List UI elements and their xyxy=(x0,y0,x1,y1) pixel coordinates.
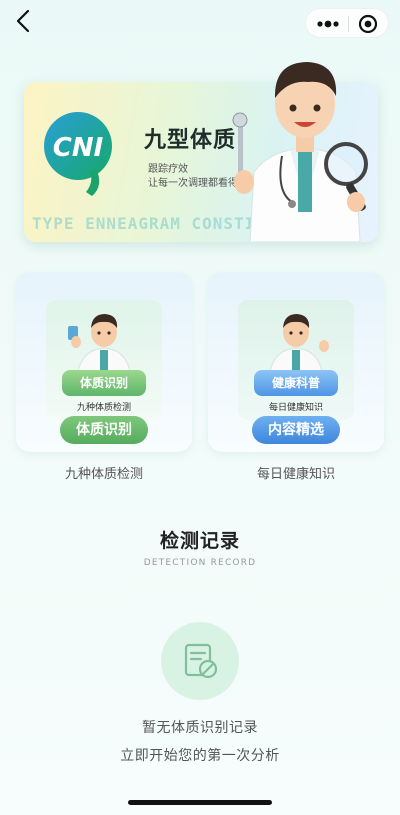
knowledge-pedestal-label: 健康科普 xyxy=(254,370,338,396)
top-nav-bar xyxy=(0,0,400,44)
card-illustration-panel: 健康科普 每日健康知识 xyxy=(238,300,354,420)
empty-state-message: 暂无体质识别记录 xyxy=(142,720,258,736)
empty-state-hint: 立即开始您的第一次分析 xyxy=(120,748,280,764)
cni-logo: CNI xyxy=(44,112,112,196)
banner-title: 九型体质 xyxy=(144,128,237,153)
identify-pedestal-label: 体质识别 xyxy=(62,370,146,396)
health-knowledge-card[interactable]: 健康科普 每日健康知识 内容精选 xyxy=(208,272,384,452)
constitution-identify-button[interactable]: 体质识别 xyxy=(60,416,148,444)
target-icon xyxy=(358,14,378,34)
back-button[interactable] xyxy=(12,8,36,34)
empty-state-badge xyxy=(161,622,239,700)
more-button[interactable] xyxy=(314,16,342,32)
svg-text:CNI: CNI xyxy=(53,133,104,163)
home-indicator xyxy=(128,800,272,805)
document-forbidden-icon xyxy=(184,643,218,679)
content-select-button[interactable]: 内容精选 xyxy=(252,416,340,444)
records-title: 检测记录 xyxy=(159,530,240,552)
close-miniprogram-button[interactable] xyxy=(358,14,378,34)
card-illustration-panel: 体质识别 九种体质检测 xyxy=(46,300,162,420)
capsule-divider xyxy=(348,16,349,32)
identify-caption: 九种体质检测 xyxy=(64,467,143,482)
records-subtitle: DETECTION RECORD xyxy=(143,558,257,568)
chevron-left-icon xyxy=(16,9,30,33)
doctor-illustration xyxy=(232,62,368,242)
knowledge-subcaption: 每日健康知识 xyxy=(268,403,323,413)
doctor-selfie-illustration xyxy=(68,314,131,372)
more-dots-icon xyxy=(317,20,339,28)
banner-subtitle-1: 跟踪疗效 xyxy=(148,164,188,175)
constitution-identify-card[interactable]: 体质识别 九种体质检测 体质识别 xyxy=(16,272,192,452)
knowledge-caption: 每日健康知识 xyxy=(256,467,335,482)
identify-subcaption: 九种体质检测 xyxy=(76,403,131,413)
miniprogram-capsule xyxy=(305,8,389,38)
doctor-presenting-illustration xyxy=(269,314,329,372)
